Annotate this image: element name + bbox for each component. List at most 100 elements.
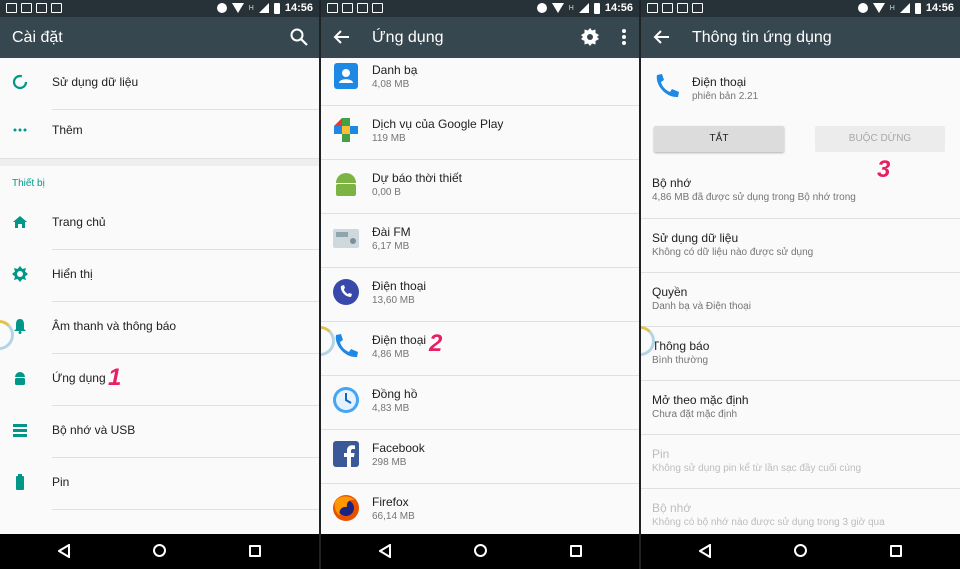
back-arrow-icon[interactable] [333, 28, 351, 46]
settings-item-label: Pin [52, 475, 70, 489]
settings-item-battery[interactable]: Pin [0, 458, 319, 510]
gear-icon[interactable] [581, 28, 599, 46]
app-row-fm-radio[interactable]: Đài FM 6,17 MB [321, 214, 639, 268]
info-row-title: Quyền [652, 285, 688, 299]
back-arrow-icon[interactable] [653, 28, 671, 46]
clock-time: 14:56 [284, 2, 313, 14]
info-row-battery: Pin Không sử dụng pin kể từ lần sạc đầy … [641, 434, 960, 488]
signal-icon [258, 3, 269, 13]
phone-circle-icon [333, 279, 359, 305]
settings-list: Sử dụng dữ liệu Thêm Thiết bị Trang chủ … [0, 58, 319, 534]
app-notification-icon [357, 3, 368, 13]
app-row-clock[interactable]: Đồng hồ 4,83 MB [321, 376, 639, 430]
app-row-phone[interactable]: Điện thoại 4,86 MB [321, 322, 639, 376]
settings-item-data-usage[interactable]: Sử dụng dữ liệu [0, 58, 319, 110]
nav-home-icon[interactable] [153, 544, 166, 557]
nav-back-icon[interactable] [699, 544, 711, 558]
clock-time: 14:56 [925, 2, 954, 14]
signal-icon [899, 3, 910, 13]
apps-screen: H 14:56 Ứng dụng Danh bạ 4,08 MB Dịch vụ … [321, 0, 639, 569]
info-row-title: Thông báo [652, 339, 710, 353]
toolbar: Thông tin ứng dụng [641, 17, 960, 58]
info-row-subtitle: Không có dữ liệu nào được sử dụng [652, 247, 814, 258]
nav-bar [641, 534, 960, 569]
play-services-icon [334, 118, 358, 142]
info-row-subtitle: Bình thường [652, 355, 709, 366]
info-row-data-usage[interactable]: Sử dụng dữ liệu Không có dữ liệu nào đượ… [641, 218, 960, 272]
info-row-permissions[interactable]: Quyền Danh bạ và Điện thoại [641, 272, 960, 326]
signal-icon [578, 3, 589, 13]
overflow-menu-icon[interactable] [621, 28, 627, 46]
settings-item-home[interactable]: Trang chủ [0, 198, 319, 250]
nav-recents-icon[interactable] [890, 545, 902, 557]
app-size: 4,08 MB [372, 79, 410, 90]
search-icon[interactable] [289, 27, 309, 47]
image-notification-icon [342, 3, 353, 13]
dnd-icon [536, 3, 547, 13]
settings-item-storage[interactable]: Bộ nhớ và USB [0, 406, 319, 458]
nav-recents-icon[interactable] [570, 545, 582, 557]
info-row-notifications[interactable]: Thông báo Bình thường [641, 326, 960, 380]
settings-item-apps[interactable]: Ứng dụng [0, 354, 319, 406]
app-name: Facebook [372, 441, 425, 455]
settings-item-display[interactable]: Hiển thị [0, 250, 319, 302]
app-row-contacts[interactable]: Danh bạ 4,08 MB [321, 58, 639, 106]
app-info-content: Điện thoại phiên bản 2.21 TẮT BUỘC DỪNG … [641, 58, 960, 534]
info-row-storage[interactable]: Bộ nhớ 4,86 MB đã được sử dụng trong Bộ … [641, 164, 960, 218]
app-name: Firefox [372, 495, 409, 509]
settings-item-label: Hiển thị [52, 267, 93, 281]
phone-icon [656, 74, 679, 98]
dnd-icon [216, 3, 227, 13]
android-app-icon [336, 173, 356, 196]
app-row-weather[interactable]: Dự báo thời thiết 0,00 B [321, 160, 639, 214]
settings-item-label: Sử dụng dữ liệu [52, 75, 139, 89]
brightness-icon [12, 266, 28, 282]
settings-item-more[interactable]: Thêm [0, 106, 319, 158]
info-row-subtitle: Không sử dụng pin kể từ lần sạc đầy cuối… [652, 463, 862, 474]
image-notification-icon [21, 3, 32, 13]
info-row-subtitle: Danh bạ và Điện thoại [652, 301, 751, 312]
nav-back-icon[interactable] [58, 544, 70, 558]
info-row-subtitle: Không có bộ nhớ nào được sử dụng trong 3… [652, 517, 885, 528]
app-row-phone-dialer[interactable]: Điện thoại 13,60 MB [321, 268, 639, 322]
radio-icon [333, 229, 359, 248]
divider [52, 509, 319, 510]
network-type: H [568, 4, 574, 12]
battery-status-icon [914, 2, 921, 14]
app-row-facebook[interactable]: Facebook 298 MB [321, 430, 639, 484]
toolbar: Ứng dụng [321, 17, 639, 58]
settings-item-label: Thêm [52, 123, 83, 137]
settings-screen: H 14:56 Cài đặt Sử dụng dữ liệu Thêm Thiế… [0, 0, 319, 569]
settings-item-sound[interactable]: Âm thanh và thông báo [0, 302, 319, 354]
android-notification-icon [372, 3, 383, 13]
app-info-screen: H 14:56 Thông tin ứng dụng Điện thoại phi… [641, 0, 960, 569]
wifi-icon [231, 3, 244, 13]
status-bar: H 14:56 [0, 0, 319, 17]
force-stop-button[interactable]: BUỘC DỪNG [815, 126, 945, 152]
app-size: 13,60 MB [372, 295, 415, 306]
app-row-play-services[interactable]: Dịch vụ của Google Play 119 MB [321, 106, 639, 160]
app-notification-icon [677, 3, 688, 13]
step-marker: 1 [108, 364, 122, 391]
network-type: H [889, 4, 895, 12]
android-notification-icon [692, 3, 703, 13]
nav-back-icon[interactable] [379, 544, 391, 558]
status-bar: H 14:56 [641, 0, 960, 17]
nav-home-icon[interactable] [794, 544, 807, 557]
image-notification-icon [662, 3, 673, 13]
android-icon [15, 372, 25, 385]
section-header: Thiết bị [12, 178, 45, 189]
nav-home-icon[interactable] [474, 544, 487, 557]
app-name: Dự báo thời thiết [372, 171, 462, 185]
battery-status-icon [593, 2, 600, 14]
app-row-firefox[interactable]: Firefox 66,14 MB [321, 484, 639, 534]
disable-button[interactable]: TẮT [654, 126, 784, 152]
app-name: Danh bạ [372, 63, 418, 77]
data-usage-icon [12, 74, 28, 90]
nav-recents-icon[interactable] [249, 545, 261, 557]
contacts-icon [334, 63, 358, 89]
page-title: Cài đặt [12, 29, 63, 46]
info-row-open-by-default[interactable]: Mở theo mặc định Chưa đặt mặc định [641, 380, 960, 434]
facebook-icon [333, 441, 359, 467]
notification-icon [647, 3, 658, 13]
